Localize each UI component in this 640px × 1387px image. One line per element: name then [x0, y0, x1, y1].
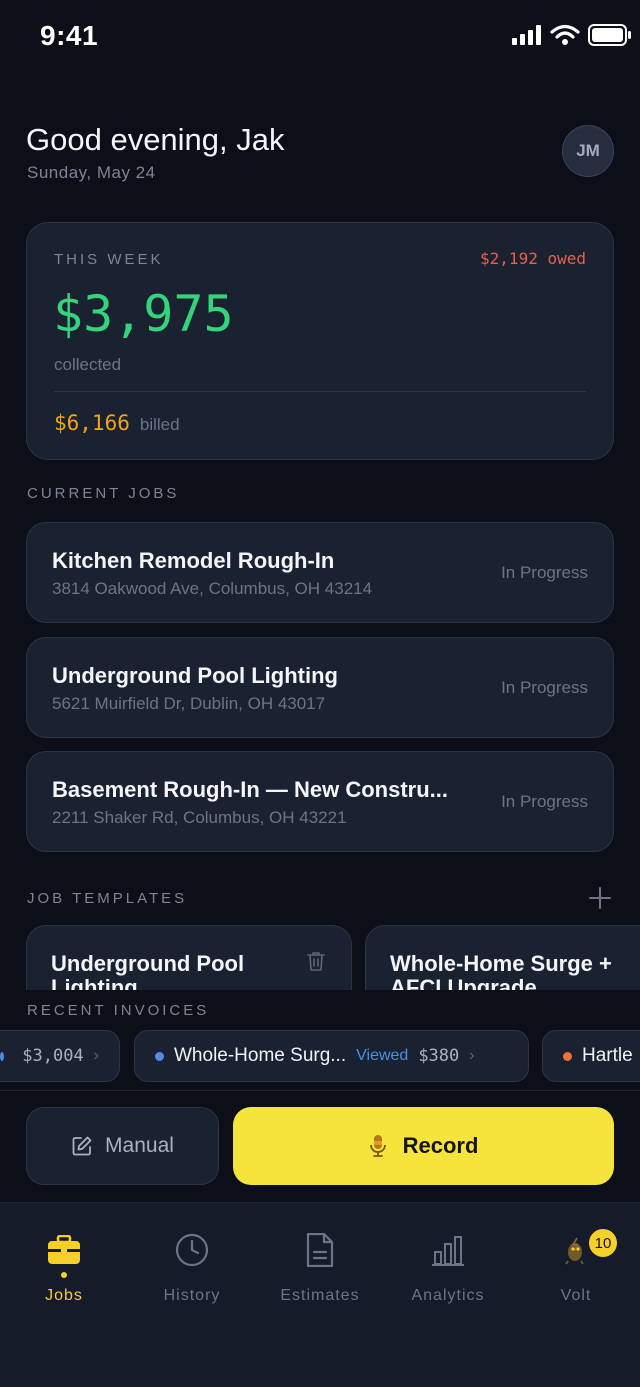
tab-label: History	[163, 1287, 221, 1304]
microphone-icon	[369, 1135, 386, 1157]
manual-label: Manual	[105, 1134, 174, 1157]
briefcase-icon	[45, 1231, 83, 1269]
collected-amount: $3,975	[53, 285, 234, 343]
greeting: Good evening, Jak	[26, 122, 285, 157]
invoice-amount: $380	[418, 1046, 460, 1066]
edit-icon	[72, 1136, 92, 1156]
record-button[interactable]: Record	[233, 1107, 614, 1185]
tab-history[interactable]: History	[128, 1231, 256, 1305]
tab-estimates[interactable]: Estimates	[256, 1231, 384, 1305]
invoice-name: Hartle	[582, 1045, 633, 1066]
billed-amount: $6,166	[54, 411, 130, 435]
week-label: THIS WEEK	[54, 251, 164, 268]
template-card[interactable]: Whole-Home Surge + AFCI Upgrade	[365, 925, 640, 990]
invoice-pill[interactable]: Whole-Home Surg... Viewed $380 ›	[134, 1030, 529, 1082]
recent-invoices-heading: RECENT INVOICES	[27, 1002, 210, 1019]
template-title: Underground Pool Lighting	[51, 951, 245, 991]
job-templates-heading: JOB TEMPLATES	[27, 890, 188, 907]
job-address: 5621 Muirfield Dr, Dublin, OH 43017	[52, 694, 326, 713]
avatar[interactable]: JM	[562, 125, 614, 177]
job-title: Basement Rough-In — New Constru...	[52, 777, 449, 802]
tab-label: Jobs	[45, 1287, 83, 1304]
trash-icon[interactable]	[305, 950, 327, 972]
tab-volt[interactable]: 10 Volt	[512, 1227, 640, 1305]
job-status: In Progress	[501, 563, 588, 582]
job-title: Kitchen Remodel Rough-In	[52, 548, 335, 573]
tab-label: Volt	[560, 1287, 592, 1304]
invoice-amount: $3,004	[22, 1046, 84, 1066]
job-card[interactable]: Basement Rough-In — New Constru... 2211 …	[26, 751, 614, 852]
manual-button[interactable]: Manual	[26, 1107, 219, 1185]
wifi-icon	[550, 24, 580, 45]
cellular-signal-icon	[512, 25, 541, 45]
invoice-pill[interactable]: $3,004 ›	[0, 1030, 120, 1082]
add-template-plus-icon[interactable]	[588, 886, 612, 910]
invoice-pill[interactable]: Hartle	[542, 1030, 640, 1082]
job-status: In Progress	[501, 678, 588, 697]
active-tab-indicator	[61, 1272, 67, 1278]
tab-jobs[interactable]: Jobs	[0, 1231, 128, 1305]
divider	[0, 1090, 640, 1091]
chevron-right-icon: ›	[93, 1047, 99, 1064]
status-time: 9:41	[40, 20, 99, 51]
battery-icon	[588, 24, 631, 46]
invoice-status-dot	[155, 1051, 164, 1061]
bar-chart-icon	[429, 1231, 467, 1269]
templates-carousel[interactable]: Underground Pool Lighting Whole-Home Sur…	[0, 922, 640, 990]
tab-bar: Jobs History Estimates Analytics 10 Volt	[0, 1202, 640, 1387]
job-address: 2211 Shaker Rd, Columbus, OH 43221	[52, 808, 347, 827]
tab-analytics[interactable]: Analytics	[384, 1231, 512, 1305]
status-bar: 9:41	[0, 0, 640, 76]
invoice-status: Viewed	[356, 1047, 409, 1064]
week-summary-card[interactable]: THIS WEEK $2,192 owed $3,975 collected $…	[26, 222, 614, 460]
job-card[interactable]: Kitchen Remodel Rough-In 3814 Oakwood Av…	[26, 522, 614, 623]
tab-label: Analytics	[411, 1287, 485, 1304]
collected-label: collected	[54, 355, 122, 374]
status-icons	[512, 24, 632, 46]
job-card[interactable]: Underground Pool Lighting 5621 Muirfield…	[26, 637, 614, 738]
invoice-name: Whole-Home Surg...	[174, 1045, 347, 1066]
invoice-status-dot	[0, 1051, 5, 1061]
template-card[interactable]: Underground Pool Lighting	[26, 925, 352, 990]
document-icon	[301, 1231, 339, 1269]
tab-label: Estimates	[280, 1287, 360, 1304]
invoices-strip[interactable]: $3,004 › Whole-Home Surg... Viewed $380 …	[0, 1030, 640, 1082]
job-title: Underground Pool Lighting	[52, 663, 338, 688]
chevron-right-icon: ›	[469, 1047, 475, 1064]
clock-icon	[173, 1231, 211, 1269]
billed-label: billed	[139, 415, 180, 434]
record-label: Record	[402, 1133, 479, 1158]
divider	[54, 391, 586, 392]
current-jobs-heading: CURRENT JOBS	[27, 485, 180, 502]
billed-row: $6,166 billed	[54, 411, 180, 435]
invoice-status-dot	[563, 1051, 572, 1061]
notification-badge: 10	[587, 1227, 619, 1259]
job-status: In Progress	[501, 792, 588, 811]
job-address: 3814 Oakwood Ave, Columbus, OH 43214	[52, 579, 373, 598]
owed-amount: $2,192 owed	[480, 249, 586, 268]
template-title: Whole-Home Surge + AFCI Upgrade	[390, 951, 612, 991]
date-label: Sunday, May 24	[27, 163, 156, 182]
